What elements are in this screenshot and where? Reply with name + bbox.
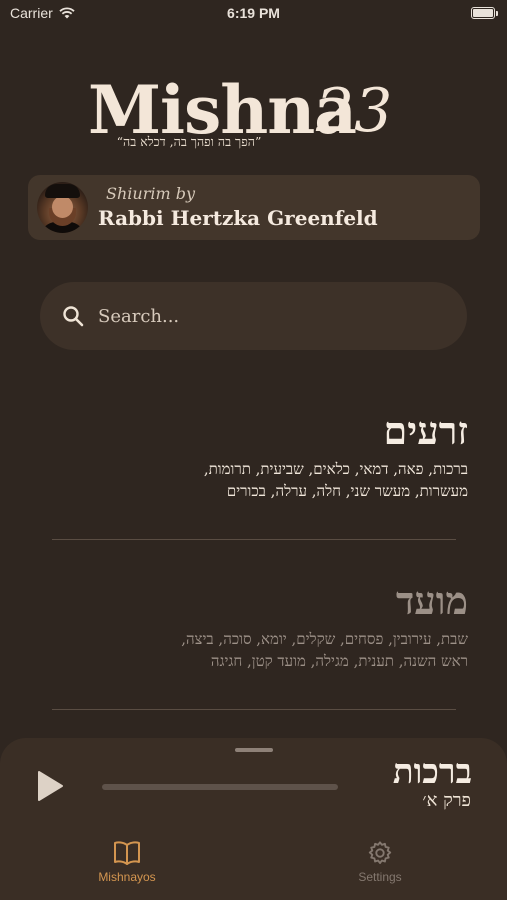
tab-mishnayos[interactable]: Mishnayos bbox=[67, 834, 187, 884]
divider bbox=[52, 539, 456, 540]
rabbi-card[interactable]: Shiurim by Rabbi Hertzka Greenfeld bbox=[28, 175, 480, 240]
search-icon bbox=[63, 306, 84, 327]
status-bar: Carrier 6:19 PM bbox=[0, 0, 507, 28]
section-desc-line: ראש השנה, תענית, מגילה, מועד קטן, חגיגה bbox=[210, 652, 468, 670]
section-desc-line: שבת, עירובין, פסחים, שקלים, יומא, סוכה, … bbox=[181, 630, 468, 648]
section-title: מועד bbox=[395, 578, 468, 623]
gear-icon bbox=[368, 841, 392, 864]
section-description: שבת, עירובין, פסחים, שקלים, יומא, סוכה, … bbox=[52, 628, 468, 672]
rabbi-name: Rabbi Hertzka Greenfeld bbox=[98, 206, 378, 230]
tab-label: Mishnayos bbox=[98, 870, 156, 884]
battery-level bbox=[473, 9, 493, 17]
search-input[interactable] bbox=[98, 302, 438, 330]
section-zeraim[interactable]: זרעים ברכות, פאה, דמאי, כלאים, שביעית, ת… bbox=[52, 408, 468, 502]
app-logo: Mishna 23 ”הפך בה ופהך בה, דכלא בה“ bbox=[0, 72, 507, 162]
status-time: 6:19 PM bbox=[227, 5, 280, 21]
section-desc-line: ברכות, פאה, דמאי, כלאים, שביעית, תרומות, bbox=[203, 460, 468, 478]
section-desc-line: מעשרות, מעשר שני, חלה, ערלה, בכורים bbox=[226, 482, 468, 500]
tab-label: Settings bbox=[358, 870, 402, 884]
play-icon[interactable] bbox=[36, 770, 64, 802]
now-playing-title: ברכות bbox=[392, 752, 472, 792]
now-playing-subtitle: פרק א׳ bbox=[422, 790, 471, 811]
section-moed[interactable]: מועד שבת, עירובין, פסחים, שקלים, יומא, ס… bbox=[52, 578, 468, 672]
book-icon bbox=[114, 841, 140, 865]
section-title: זרעים bbox=[383, 408, 468, 453]
search-bar[interactable] bbox=[40, 282, 467, 350]
rabbi-subtitle: Shiurim by bbox=[106, 184, 195, 203]
tab-settings[interactable]: Settings bbox=[320, 834, 440, 884]
section-description: ברכות, פאה, דמאי, כלאים, שביעית, תרומות,… bbox=[52, 458, 468, 502]
tab-bar: Mishnayos Settings bbox=[0, 834, 507, 900]
progress-bar[interactable] bbox=[102, 784, 338, 790]
logo-tagline: ”הפך בה ופהך בה, דכלא בה“ bbox=[116, 134, 262, 149]
drag-handle[interactable] bbox=[235, 748, 273, 752]
divider bbox=[52, 709, 456, 710]
logo-number: 23 bbox=[316, 76, 393, 146]
avatar bbox=[37, 182, 88, 233]
battery-icon bbox=[471, 7, 498, 19]
